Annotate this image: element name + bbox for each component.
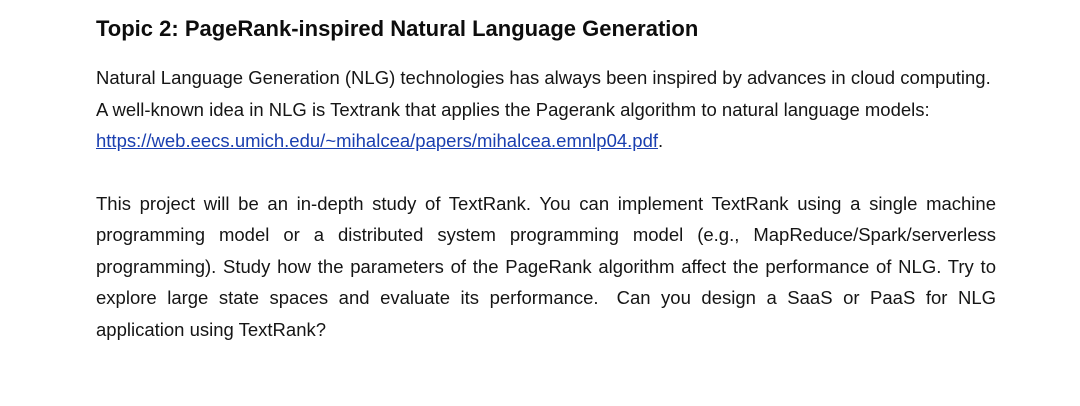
paper-link[interactable]: https://web.eecs.umich.edu/~mihalcea/pap… [96, 130, 658, 151]
document-page: Topic 2: PageRank-inspired Natural Langu… [96, 14, 996, 345]
intro-end-punctuation: . [658, 130, 664, 151]
intro-paragraph: Natural Language Generation (NLG) techno… [96, 62, 996, 157]
topic-title: Topic 2: PageRank-inspired Natural Langu… [96, 16, 699, 41]
project-paragraph: This project will be an in-depth study o… [96, 188, 996, 346]
intro-text: Natural Language Generation (NLG) techno… [96, 67, 991, 120]
